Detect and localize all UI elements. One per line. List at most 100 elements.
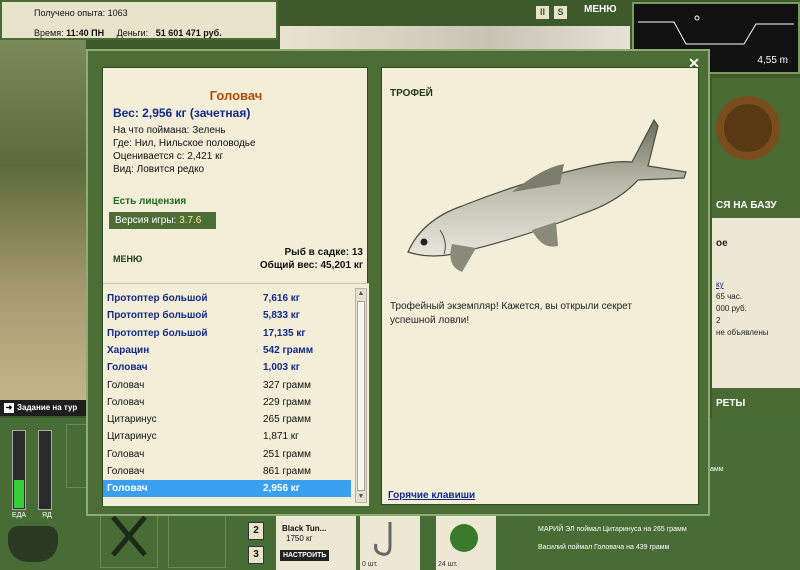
catch-fish-weight: 229 грамм bbox=[263, 396, 311, 408]
catch-location: Где: Нил, Нильское половодье bbox=[113, 138, 256, 149]
return-to-base-button[interactable]: СЯ НА БАЗУ bbox=[716, 200, 777, 211]
quest-button[interactable]: ➜ Задание на тур bbox=[0, 400, 86, 416]
fish-weight: Вес: 2,956 кг (зачетная) bbox=[113, 106, 251, 120]
catch-fish-name: Головач bbox=[107, 466, 145, 477]
catch-fish-name: Головач bbox=[107, 396, 145, 408]
trophy-panel: ТРОФЕЙ Трофейный экземпляр! Кажется, вы … bbox=[381, 67, 699, 505]
scrollbar[interactable]: ▲ ▼ bbox=[355, 288, 367, 503]
feed-line: Василий поймал Головача на 439 грамм bbox=[538, 544, 670, 551]
catch-fish-weight: 1,871 кг bbox=[263, 431, 299, 443]
right-info-panel: ое ку 65 час. 000 руб. 2 не объявлены bbox=[712, 218, 800, 388]
ship-wheel-icon[interactable] bbox=[716, 96, 780, 160]
exp-label: Получено опыта: bbox=[34, 8, 106, 18]
catch-row[interactable]: Головач 327 грамм bbox=[103, 377, 351, 394]
scene-background bbox=[280, 26, 630, 50]
catch-fish-name: Протоптер большой bbox=[107, 293, 208, 304]
keepnet-count: Рыб в садке: 13 bbox=[284, 247, 363, 258]
cutlery-icon[interactable] bbox=[100, 508, 158, 568]
valued-from: Оценивается с: 2,421 кг bbox=[113, 151, 224, 162]
food-label: ЕДА bbox=[12, 512, 27, 519]
hook-icon bbox=[374, 522, 392, 556]
time-value: 11:40 ПН bbox=[66, 28, 105, 38]
status-panel: Получено опыта: 1063 Время: 11:40 ПН Ден… bbox=[0, 0, 278, 40]
catch-fish-name: Головач bbox=[107, 362, 148, 374]
feed-line: МАРИЙ ЭЛ поймал Цитаринуса на 265 грамм bbox=[538, 526, 687, 533]
catch-fish-weight: 7,616 кг bbox=[263, 293, 300, 304]
catch-fish-name: Головач bbox=[107, 483, 148, 495]
poison-meter bbox=[38, 430, 52, 510]
catch-fish-weight: 265 грамм bbox=[263, 414, 311, 426]
catch-fish-weight: 5,833 кг bbox=[263, 310, 300, 322]
time-label: Время: bbox=[34, 28, 64, 38]
license-status: Есть лицензия bbox=[113, 196, 187, 207]
catch-row[interactable]: Головач 2,956 кг bbox=[103, 480, 351, 498]
sound-icon[interactable]: S bbox=[554, 6, 567, 19]
tackle-panel: Black Tun... 1750 кг НАСТРОИТЬ bbox=[276, 516, 356, 570]
catch-row[interactable]: Протоптер большой 5,833 кг bbox=[103, 307, 351, 324]
catch-fish-name: Цитаринус bbox=[107, 431, 157, 443]
hook-slot[interactable]: 0 шт. bbox=[360, 516, 420, 570]
money-label: Деньги: bbox=[116, 28, 149, 38]
scroll-up-icon[interactable]: ▲ bbox=[356, 289, 366, 299]
arrow-right-icon: ➜ bbox=[4, 403, 14, 413]
scroll-thumb[interactable] bbox=[357, 301, 365, 491]
fish-hook-icon[interactable] bbox=[168, 508, 226, 568]
catch-row[interactable]: Головач 251 грамм bbox=[103, 446, 351, 463]
trophy-message: Трофейный экземпляр! Кажется, вы открыли… bbox=[390, 301, 632, 326]
catch-row[interactable]: Головач 1,003 кг bbox=[103, 359, 351, 376]
catch-row[interactable]: Харацин 542 грамм bbox=[103, 342, 351, 359]
cauldron-icon[interactable] bbox=[8, 526, 58, 562]
slot-3-button[interactable]: 3 bbox=[248, 546, 264, 564]
dialog-menu-button[interactable]: МЕНЮ bbox=[113, 254, 142, 264]
secrets-header[interactable]: РЕТЫ bbox=[716, 398, 745, 409]
poison-label: ЯД bbox=[42, 512, 52, 519]
catch-row[interactable]: Протоптер большой 17,135 кг bbox=[103, 325, 351, 342]
catch-fish-name: Протоптер большой bbox=[107, 310, 208, 322]
catch-fish-name: Протоптер большой bbox=[107, 327, 208, 339]
hotkeys-link[interactable]: Горячие клавиши bbox=[388, 490, 475, 501]
tackle-name: Black Tun... bbox=[282, 524, 327, 533]
food-meter bbox=[12, 430, 26, 510]
catch-fish-weight: 327 грамм bbox=[263, 379, 311, 391]
greens-icon bbox=[450, 524, 478, 552]
catch-list: Протоптер большой 7,616 кг Протоптер больш… bbox=[103, 283, 369, 506]
catch-fish-weight: 251 грамм bbox=[263, 448, 311, 460]
catch-row[interactable]: Цитаринус 1,871 кг bbox=[103, 428, 351, 445]
trophy-label: ТРОФЕЙ bbox=[390, 88, 433, 99]
bait-slot[interactable]: 24 шт. bbox=[436, 516, 496, 570]
catch-fish-name: Цитаринус bbox=[107, 414, 157, 426]
fish-name: Головач bbox=[209, 88, 263, 103]
catch-row[interactable]: Головач 861 грамм bbox=[103, 463, 351, 480]
top-menu-button[interactable]: МЕНЮ bbox=[584, 4, 617, 15]
money-value: 51 601 471 руб. bbox=[155, 28, 222, 38]
caught-on: На что поймана: Зелень bbox=[113, 125, 226, 136]
fish-image bbox=[407, 118, 687, 272]
catch-row[interactable]: Протоптер большой 7,616 кг bbox=[103, 290, 351, 307]
depth-value: 4,55 m bbox=[757, 55, 788, 66]
keepnet-summary: Рыб в садке: 13 Общий вес: 45,201 кг bbox=[260, 246, 363, 272]
catch-fish-weight: 861 грамм bbox=[263, 466, 311, 477]
catch-fish-name: Головач bbox=[107, 448, 145, 460]
game-version: Версия игры: 3.7.6 bbox=[109, 212, 216, 229]
top-controls: II S МЕНЮ bbox=[532, 2, 628, 24]
pause-icon[interactable]: II bbox=[536, 6, 549, 19]
keepnet-weight: Общий вес: 45,201 кг bbox=[259, 260, 363, 271]
catch-row[interactable]: Головач 229 грамм bbox=[103, 394, 351, 411]
catch-fish-weight: 1,003 кг bbox=[263, 362, 300, 374]
river-scene bbox=[0, 40, 86, 400]
catch-fish-name: Головач bbox=[107, 379, 145, 391]
slot-2-button[interactable]: 2 bbox=[248, 522, 264, 540]
exp-value: 1063 bbox=[107, 8, 128, 18]
catch-fish-weight: 2,956 кг bbox=[263, 483, 300, 495]
catch-fish-name: Харацин bbox=[107, 344, 150, 356]
catch-fish-weight: 17,135 кг bbox=[263, 327, 306, 339]
scroll-down-icon[interactable]: ▼ bbox=[356, 492, 366, 502]
configure-button[interactable]: НАСТРОИТЬ bbox=[280, 550, 330, 561]
meters: ЕДА ЯД bbox=[8, 430, 58, 520]
catch-row[interactable]: Цитаринус 265 грамм bbox=[103, 411, 351, 428]
catch-dialog: ✕ Головач Вес: 2,956 кг (зачетная) На чт… bbox=[86, 49, 710, 516]
fish-info-panel: Головач Вес: 2,956 кг (зачетная) На что … bbox=[102, 67, 369, 506]
catch-fish-weight: 542 грамм bbox=[263, 344, 314, 356]
tackle-weight: 1750 кг bbox=[286, 534, 313, 543]
fish-rarity: Вид: Ловится редко bbox=[113, 164, 205, 175]
